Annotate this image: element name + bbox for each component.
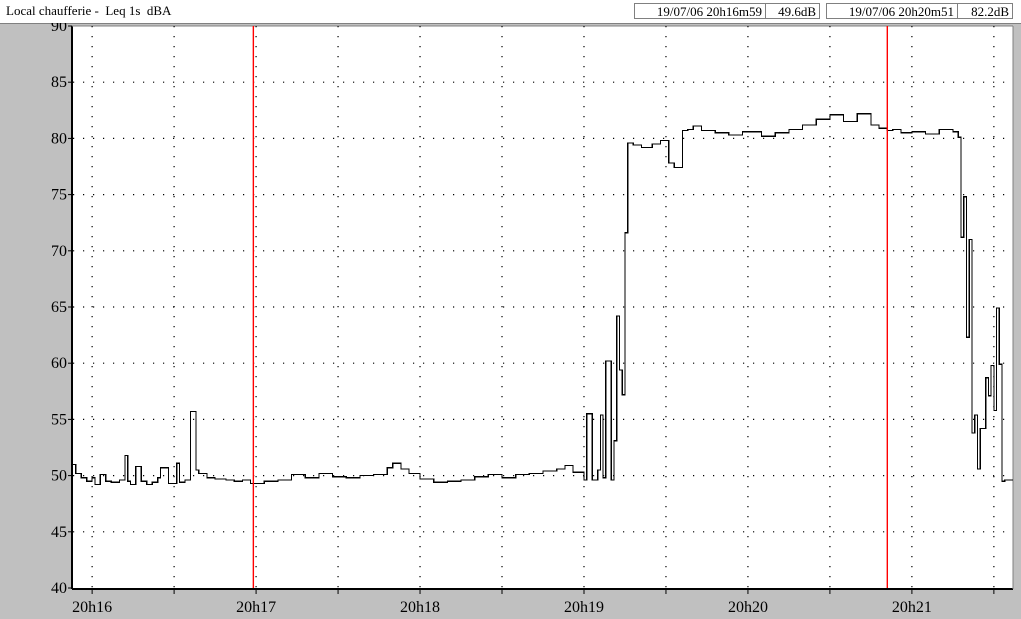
y-tick-label: 75 [51,187,67,204]
cursor2-time-box: 19/07/06 20h20m51 [826,3,958,19]
y-tick-label: 80 [51,130,67,147]
y-tick-label: 50 [51,468,67,485]
chart-title: Local chaufferie - Leq 1s dBA [6,3,172,18]
y-tick-label: 90 [51,23,67,35]
header-bar: Local chaufferie - Leq 1s dBA 19/07/06 2… [0,0,1021,24]
cursor1-value-box: 49.6dB [765,3,820,19]
y-tick-label: 40 [51,580,67,597]
y-tick-label: 45 [51,524,67,541]
y-tick-label: 55 [51,411,67,428]
x-tick-label: 20h21 [892,599,932,616]
y-tick-label: 60 [51,355,67,372]
cursor1-time-box: 19/07/06 20h16m59 [634,3,766,19]
x-tick-label: 20h18 [400,599,440,616]
y-tick-label: 65 [51,299,67,316]
chart-area: 40 45 50 55 60 65 70 75 80 85 90 20h16 20h17 20h18 20h… [51,23,1014,616]
cursor2-value-box: 82.2dB [957,3,1013,19]
x-tick-label: 20h20 [728,599,768,616]
x-tick-label: 20h16 [72,599,112,616]
y-tick-label: 85 [51,74,67,91]
x-tick-label: 20h19 [564,599,604,616]
x-tick-label: 20h17 [236,599,276,616]
y-tick-label: 70 [51,243,67,260]
